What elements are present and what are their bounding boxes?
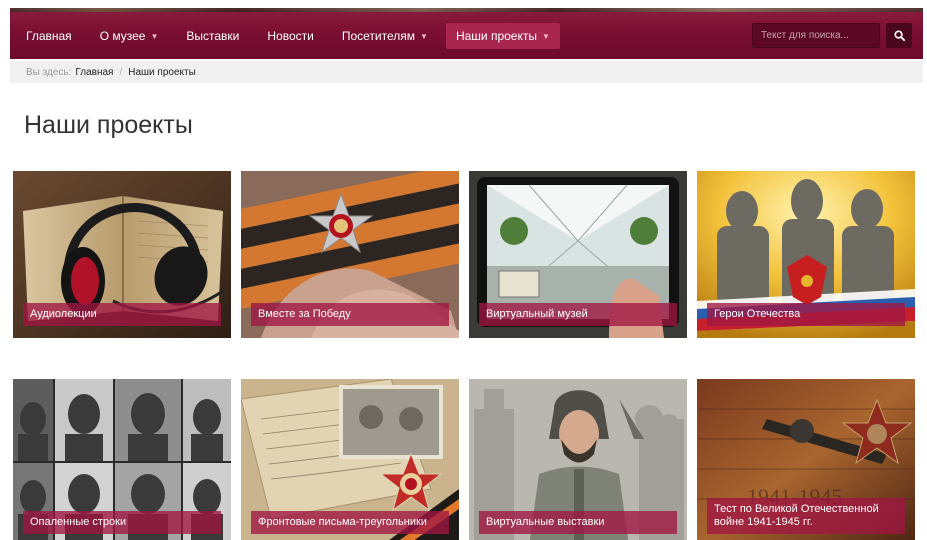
menu-item-label: Выставки <box>186 29 240 43</box>
menu-item-label: Главная <box>26 29 72 43</box>
project-label: Аудиолекции <box>23 303 221 326</box>
breadcrumb-current: Наши проекты <box>128 66 196 78</box>
project-card-scorched-lines[interactable]: Опаленные строки <box>13 379 231 540</box>
search-input[interactable] <box>752 23 880 48</box>
menu-item-label: Наши проекты <box>455 29 537 43</box>
project-card-virtual-museum[interactable]: Виртуальный музей <box>469 171 687 338</box>
breadcrumb-home-link[interactable]: Главная <box>75 67 113 78</box>
project-card-heroes[interactable]: Герои Отечества <box>697 171 915 338</box>
search-button[interactable] <box>886 23 912 48</box>
menu-item-label: Посетителям <box>341 29 416 43</box>
main-menu: Главная О музее ▼ Выставки Новости Посет… <box>16 23 568 49</box>
project-label: Виртуальные выставки <box>479 511 677 534</box>
project-card-virtual-exhibitions[interactable]: Виртуальные выставки <box>469 379 687 540</box>
menu-item-visitors[interactable]: Посетителям ▼ <box>332 23 438 49</box>
chevron-down-icon: ▼ <box>420 31 428 41</box>
page-title: Наши проекты <box>24 111 193 139</box>
breadcrumb-prefix: Вы здесь: <box>26 66 72 78</box>
project-label: Фронтовые письма-треугольники <box>251 511 449 534</box>
chevron-down-icon: ▼ <box>150 31 159 41</box>
project-card-ww2-test[interactable]: 1941-1945 Тест по Великой Отечественной … <box>697 379 915 540</box>
project-card-together-for-victory[interactable]: Вместе за Победу <box>241 171 459 338</box>
menu-item-home[interactable]: Главная <box>16 23 82 49</box>
project-card-frontline-letters[interactable]: Фронтовые письма-треугольники <box>241 379 459 540</box>
search-icon <box>893 30 905 41</box>
project-label: Герои Отечества <box>707 303 905 326</box>
menu-item-projects[interactable]: Наши проекты ▼ <box>445 23 560 49</box>
breadcrumb-separator: / <box>119 66 123 78</box>
top-navigation-bar: Главная О музее ▼ Выставки Новости Посет… <box>10 8 923 59</box>
chevron-down-icon: ▼ <box>541 31 550 41</box>
menu-item-label: О музее <box>99 29 146 43</box>
project-label: Тест по Великой Отечественной войне 1941… <box>707 498 905 534</box>
menu-item-exhibitions[interactable]: Выставки <box>176 23 249 49</box>
menu-item-news[interactable]: Новости <box>257 23 323 49</box>
menu-item-label: Новости <box>267 29 314 43</box>
project-card-audiolectures[interactable]: Аудиолекции <box>13 171 231 338</box>
project-label: Вместе за Победу <box>251 303 449 326</box>
breadcrumb: Вы здесь: Главная / Наши проекты <box>10 61 923 83</box>
project-label: Виртуальный музей <box>479 303 677 326</box>
project-label: Опаленные строки <box>23 511 221 534</box>
header-photo-strip <box>10 8 923 12</box>
menu-item-about[interactable]: О музее ▼ <box>90 23 169 49</box>
projects-grid: Аудиолекции Вместе за Победу Виртуальный… <box>13 171 916 540</box>
